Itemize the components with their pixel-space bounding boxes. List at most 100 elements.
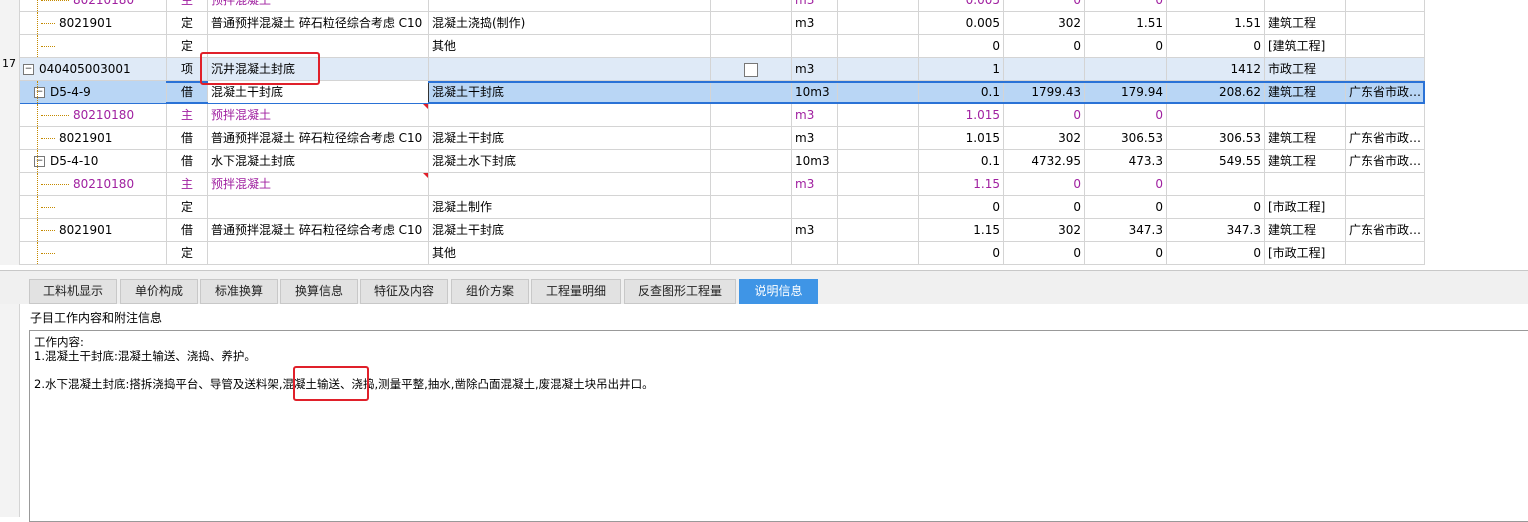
cell-total[interactable]: 179.94 xyxy=(1084,80,1167,104)
cell-c11[interactable] xyxy=(1344,241,1426,265)
cell-c11[interactable] xyxy=(1344,34,1426,58)
cell-work-content[interactable]: 其他 xyxy=(428,241,711,265)
cell-blank[interactable] xyxy=(837,34,919,58)
cell-c11[interactable] xyxy=(1344,172,1426,196)
cell-code[interactable]: 8021901 xyxy=(19,11,167,35)
cell-c11[interactable] xyxy=(1344,0,1426,12)
cell-price[interactable]: 302 xyxy=(1003,11,1085,35)
cell-name[interactable] xyxy=(207,195,429,219)
tab-features-content[interactable]: 特征及内容 xyxy=(360,279,448,304)
cell-flag[interactable] xyxy=(710,172,792,196)
cell-total[interactable]: 0 xyxy=(1084,0,1167,12)
table-row[interactable]: 80210180 主预拌混凝土 m3 1.15 0 0 xyxy=(19,172,1426,196)
cell-c10[interactable]: [建筑工程] xyxy=(1264,34,1346,58)
cell-name[interactable]: 水下混凝土封底 xyxy=(207,149,429,173)
cell-code[interactable]: 80210180 xyxy=(19,172,167,196)
cell-price[interactable]: 4732.95 xyxy=(1003,149,1085,173)
cell-c9[interactable] xyxy=(1166,103,1265,127)
cell-c11[interactable] xyxy=(1344,195,1426,219)
tab-quantity-details[interactable]: 工程量明细 xyxy=(531,279,621,304)
cell-c10[interactable]: 建筑工程 xyxy=(1264,218,1346,242)
cell-kind[interactable]: 定 xyxy=(166,195,208,219)
cell-c9[interactable]: 306.53 xyxy=(1166,126,1265,150)
cell-code[interactable]: 8021901 xyxy=(19,126,167,150)
cell-code[interactable] xyxy=(19,241,167,265)
cell-work-content[interactable] xyxy=(428,0,711,12)
cell-flag[interactable] xyxy=(710,11,792,35)
cell-price[interactable]: 0 xyxy=(1003,195,1085,219)
cell-c9[interactable]: 208.62 xyxy=(1166,80,1265,104)
cell-c11[interactable] xyxy=(1344,57,1426,81)
cell-blank[interactable] xyxy=(837,11,919,35)
cell-flag[interactable] xyxy=(710,80,792,104)
cell-qty[interactable]: 0 xyxy=(918,34,1004,58)
cell-qty[interactable]: 0.1 xyxy=(918,80,1004,104)
cell-total[interactable]: 0 xyxy=(1084,34,1167,58)
cell-c9[interactable]: 1412 xyxy=(1166,57,1265,81)
cell-blank[interactable] xyxy=(837,218,919,242)
cell-code[interactable] xyxy=(19,195,167,219)
cell-blank[interactable] xyxy=(837,149,919,173)
cell-unit[interactable]: 10m3 xyxy=(791,149,838,173)
cell-name[interactable]: 预拌混凝土 xyxy=(207,0,429,12)
cell-c11[interactable] xyxy=(1344,11,1426,35)
cell-name[interactable]: 普通预拌混凝土 碎石粒径综合考虑 C10 xyxy=(207,218,429,242)
cell-work-content[interactable]: 混凝土水下封底 xyxy=(428,149,711,173)
cell-c11[interactable]: 广东省市政… xyxy=(1344,126,1426,150)
cell-c11[interactable]: 广东省市政… xyxy=(1344,80,1426,104)
tab-conversion-info[interactable]: 换算信息 xyxy=(280,279,358,304)
cell-work-content[interactable] xyxy=(428,103,711,127)
cell-c10[interactable] xyxy=(1264,0,1346,12)
tab-unit-price-composition[interactable]: 单价构成 xyxy=(120,279,198,304)
cell-c10[interactable]: 建筑工程 xyxy=(1264,126,1346,150)
cell-total[interactable]: 0 xyxy=(1084,241,1167,265)
cell-flag[interactable] xyxy=(710,57,792,81)
cell-code[interactable]: 80210180 xyxy=(19,0,167,12)
cell-name[interactable] xyxy=(207,241,429,265)
cell-price[interactable]: 302 xyxy=(1003,126,1085,150)
cell-name[interactable]: 普通预拌混凝土 碎石粒径综合考虑 C10 xyxy=(207,126,429,150)
cell-qty[interactable]: 0.005 xyxy=(918,11,1004,35)
collapse-toggle-icon[interactable]: − xyxy=(34,156,45,167)
table-row[interactable]: 8021901 借普通预拌混凝土 碎石粒径综合考虑 C10 混凝土干封底 m3 1.01… xyxy=(19,126,1426,150)
cell-c9[interactable]: 0 xyxy=(1166,241,1265,265)
cell-kind[interactable]: 主 xyxy=(166,103,208,127)
cell-c11[interactable]: 广东省市政… xyxy=(1344,218,1426,242)
cell-qty[interactable]: 1.15 xyxy=(918,218,1004,242)
cell-price[interactable]: 0 xyxy=(1003,172,1085,196)
table-row[interactable]: 8021901 借普通预拌混凝土 碎石粒径综合考虑 C10 混凝土干封底 m3 1.15… xyxy=(19,218,1426,242)
cell-c11[interactable] xyxy=(1344,103,1426,127)
cell-flag[interactable] xyxy=(710,126,792,150)
cell-c10[interactable]: 建筑工程 xyxy=(1264,80,1346,104)
cell-blank[interactable] xyxy=(837,195,919,219)
cell-total[interactable]: 306.53 xyxy=(1084,126,1167,150)
cell-blank[interactable] xyxy=(837,80,919,104)
cell-work-content[interactable]: 混凝土干封底 xyxy=(428,80,711,104)
cell-kind[interactable]: 定 xyxy=(166,241,208,265)
collapse-toggle-icon[interactable]: − xyxy=(23,64,34,75)
cell-code[interactable]: − D5-4-9 xyxy=(19,80,167,104)
cell-qty[interactable]: 1.015 xyxy=(918,126,1004,150)
cell-flag[interactable] xyxy=(710,195,792,219)
cell-work-content[interactable]: 混凝土干封底 xyxy=(428,126,711,150)
cell-code[interactable]: −040405003001 xyxy=(19,57,167,81)
cell-price[interactable]: 0 xyxy=(1003,0,1085,12)
cell-work-content[interactable] xyxy=(428,57,711,81)
cell-work-content[interactable]: 混凝土制作 xyxy=(428,195,711,219)
cell-c9[interactable]: 549.55 xyxy=(1166,149,1265,173)
cell-qty[interactable]: 0.1 xyxy=(918,149,1004,173)
cell-c10[interactable]: 市政工程 xyxy=(1264,57,1346,81)
cell-unit[interactable]: m3 xyxy=(791,103,838,127)
cell-flag[interactable] xyxy=(710,149,792,173)
cell-c10[interactable] xyxy=(1264,172,1346,196)
cell-qty[interactable]: 1.015 xyxy=(918,103,1004,127)
cell-work-content[interactable] xyxy=(428,172,711,196)
cell-qty[interactable]: 0 xyxy=(918,241,1004,265)
cell-unit[interactable] xyxy=(791,195,838,219)
cell-unit[interactable]: 10m3 xyxy=(791,80,838,104)
cell-c9[interactable] xyxy=(1166,172,1265,196)
cell-c9[interactable]: 1.51 xyxy=(1166,11,1265,35)
cell-unit[interactable] xyxy=(791,241,838,265)
cell-price[interactable]: 302 xyxy=(1003,218,1085,242)
tab-description-info[interactable]: 说明信息 xyxy=(739,279,818,304)
